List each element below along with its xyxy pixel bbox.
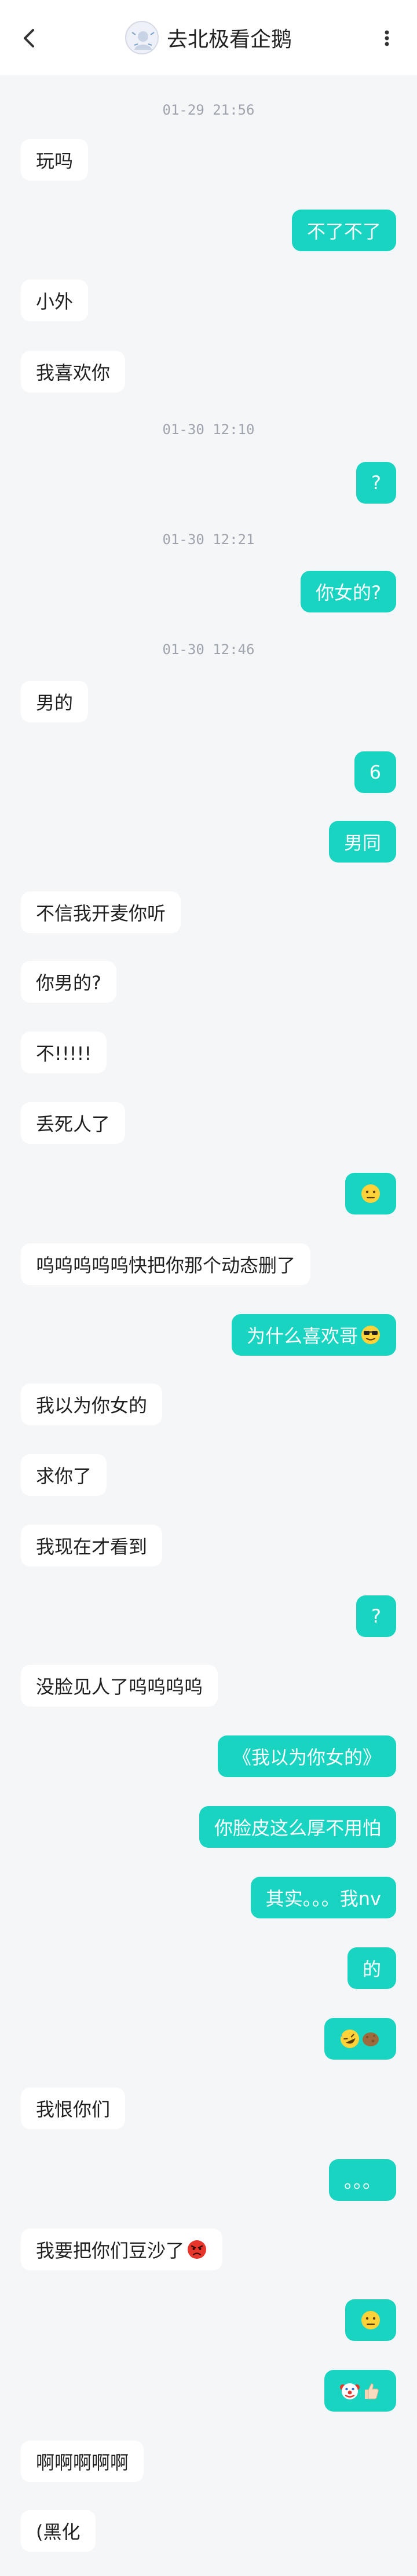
sent-message-bubble[interactable] bbox=[345, 1173, 396, 1214]
rolling-laughing-emoji bbox=[339, 2028, 360, 2049]
more-options-button[interactable] bbox=[376, 25, 397, 51]
message-text: 你女的? bbox=[316, 582, 381, 604]
received-message-bubble[interactable]: 丢死人了 bbox=[21, 1102, 126, 1144]
avatar[interactable] bbox=[125, 21, 159, 54]
received-message-bubble[interactable]: 男的 bbox=[21, 681, 89, 722]
message-text: 的 bbox=[362, 1958, 381, 1980]
brick-emoji bbox=[360, 2028, 381, 2049]
received-message-bubble[interactable]: 不信我开麦你听 bbox=[21, 891, 181, 933]
message-text: 小外 bbox=[36, 291, 74, 313]
sent-message-bubble[interactable]: 其实。。。我nv bbox=[250, 1877, 396, 1918]
message-text: 我以为你女的 bbox=[36, 1395, 148, 1417]
received-message-bubble[interactable]: 我喜欢你 bbox=[21, 351, 126, 392]
sent-message-bubble[interactable]: 《我以为你女的》 bbox=[217, 1735, 396, 1777]
message-text: ? bbox=[371, 472, 381, 494]
received-message-bubble[interactable]: 我现在才看到 bbox=[21, 1525, 163, 1566]
chat-title: 去北极看企鹅 bbox=[166, 28, 292, 52]
message-text: 我喜欢你 bbox=[36, 362, 111, 384]
chat-header: 去北极看企鹅 bbox=[0, 0, 417, 75]
message-text: 呜呜呜呜呜快把你那个动态删了 bbox=[36, 1254, 296, 1276]
message-text: 啊啊啊啊啊 bbox=[36, 2452, 129, 2474]
sent-message-bubble[interactable]: ? bbox=[356, 1595, 396, 1637]
message-text: 6 bbox=[369, 761, 381, 783]
message-text: 男的 bbox=[36, 692, 74, 714]
message-text: 不信我开麦你听 bbox=[36, 902, 166, 924]
received-message-bubble[interactable]: 啊啊啊啊啊 bbox=[21, 2441, 144, 2482]
sent-message-bubble[interactable] bbox=[324, 2018, 396, 2060]
angry-face-emoji bbox=[186, 2239, 207, 2260]
received-message-bubble[interactable]: 你男的? bbox=[21, 961, 116, 1003]
message-text: 你脸皮这么厚不用怕 bbox=[214, 1817, 381, 1839]
sent-message-bubble[interactable]: ? bbox=[356, 462, 396, 504]
sent-message-bubble[interactable]: 6 bbox=[354, 751, 396, 793]
received-message-bubble[interactable]: 求你了 bbox=[21, 1454, 107, 1496]
message-text: 我恨你们 bbox=[36, 2098, 111, 2120]
sent-message-bubble[interactable]: 不了不了 bbox=[291, 210, 396, 251]
received-message-bubble[interactable]: 没脸见人了呜呜呜呜 bbox=[21, 1665, 218, 1707]
received-message-bubble[interactable]: 我要把你们豆沙了 bbox=[21, 2229, 223, 2270]
more-vertical-icon bbox=[385, 30, 389, 46]
message-text: 我要把你们豆沙了 bbox=[36, 2240, 185, 2262]
message-text: 不了不了 bbox=[306, 221, 381, 243]
message-text: 其实。。。我nv bbox=[265, 1888, 381, 1910]
received-message-bubble[interactable]: 呜呜呜呜呜快把你那个动态删了 bbox=[21, 1243, 311, 1285]
received-message-bubble[interactable]: 玩吗 bbox=[21, 139, 89, 181]
message-text: 。。。 bbox=[343, 2170, 381, 2192]
thumbs-up-emoji bbox=[360, 2380, 381, 2401]
sent-message-bubble[interactable]: 为什么喜欢哥 bbox=[231, 1314, 396, 1356]
neutral-face-emoji bbox=[360, 1183, 381, 1204]
message-timestamp: 01-29 21:56 bbox=[162, 102, 255, 118]
received-message-bubble[interactable]: 不!!!!! bbox=[21, 1032, 107, 1073]
received-message-bubble[interactable]: 小外 bbox=[21, 280, 89, 321]
chat-title-group: 去北极看企鹅 bbox=[0, 17, 417, 58]
message-text: ? bbox=[371, 1605, 381, 1627]
message-text: (黑化 bbox=[36, 2521, 81, 2543]
sent-message-bubble[interactable] bbox=[345, 2299, 396, 2341]
sent-message-bubble[interactable] bbox=[324, 2370, 396, 2412]
message-text: 玩吗 bbox=[36, 150, 74, 172]
sunglasses-face-emoji bbox=[360, 1324, 381, 1345]
message-text: 不!!!!! bbox=[36, 1043, 92, 1065]
message-timestamp: 01-30 12:21 bbox=[162, 531, 255, 548]
message-text: 《我以为你女的》 bbox=[232, 1746, 381, 1768]
sent-message-bubble[interactable]: 。。。 bbox=[328, 2159, 396, 2201]
received-message-bubble[interactable]: (黑化 bbox=[21, 2510, 96, 2552]
clown-face-emoji bbox=[339, 2380, 360, 2401]
message-timestamp: 01-30 12:10 bbox=[162, 421, 255, 438]
message-text: 求你了 bbox=[36, 1465, 92, 1487]
received-message-bubble[interactable]: 我恨你们 bbox=[21, 2087, 126, 2129]
message-text: 丢死人了 bbox=[36, 1113, 111, 1135]
message-timestamp: 01-30 12:46 bbox=[162, 641, 255, 658]
message-text: 男同 bbox=[343, 832, 381, 854]
message-text: 我现在才看到 bbox=[36, 1536, 148, 1558]
message-text: 为什么喜欢哥 bbox=[246, 1325, 358, 1347]
received-message-bubble[interactable]: 我以为你女的 bbox=[21, 1384, 163, 1425]
sent-message-bubble[interactable]: 你女的? bbox=[301, 571, 396, 612]
sent-message-bubble[interactable]: 你脸皮这么厚不用怕 bbox=[199, 1806, 396, 1848]
message-text: 你男的? bbox=[36, 972, 101, 994]
neutral-face-emoji bbox=[360, 2310, 381, 2331]
message-text: 没脸见人了呜呜呜呜 bbox=[36, 1676, 203, 1698]
sent-message-bubble[interactable]: 男同 bbox=[328, 821, 396, 863]
sent-message-bubble[interactable]: 的 bbox=[347, 1947, 396, 1989]
